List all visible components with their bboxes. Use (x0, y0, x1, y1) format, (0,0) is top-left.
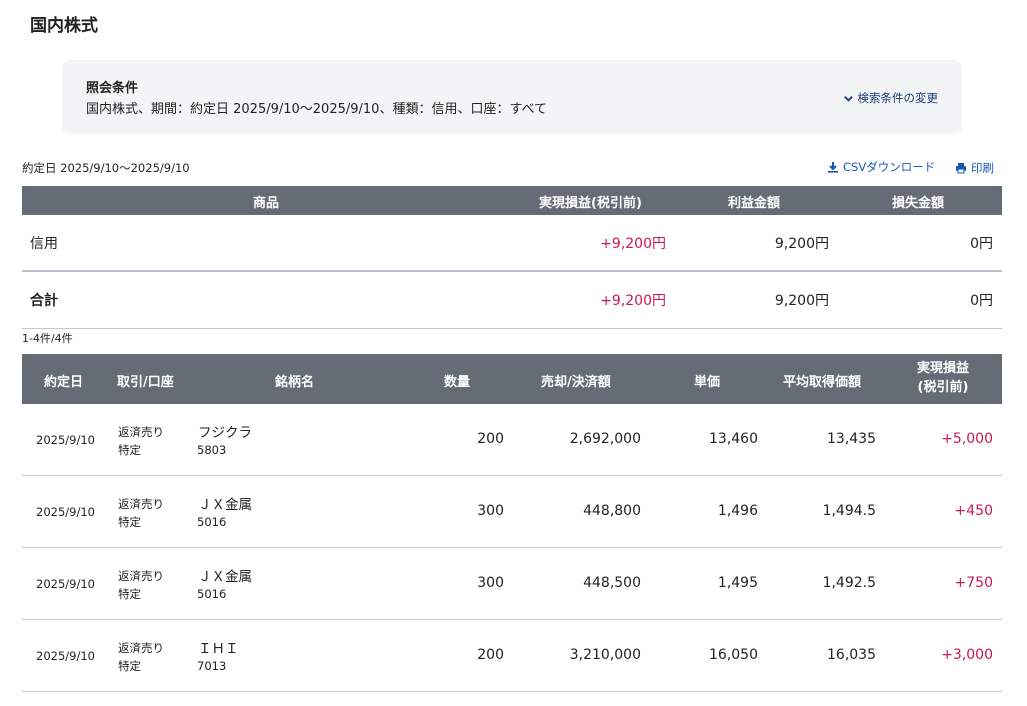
date-range-label: 約定日 2025/9/10〜2025/9/10 (22, 161, 190, 175)
conditions-title: 照会条件 (86, 81, 139, 96)
stock-name: フジクラ (198, 425, 252, 441)
header-realized-pl: 実現損益 (税引前) (908, 359, 978, 397)
summary-header: 商品 実現損益(税引前) 利益金額 損失金額 (22, 186, 1002, 215)
change-conditions-link[interactable]: 検索条件の変更 (843, 90, 939, 106)
account-type: 特定 (118, 659, 141, 673)
settlement-amount: 448,800 (583, 503, 641, 519)
summary-product: 信用 (30, 236, 58, 252)
header-profit-amount: 利益金額 (728, 196, 781, 211)
stock-name: ＩＨＩ (198, 641, 239, 657)
unit-price: 16,050 (709, 647, 758, 663)
header-quantity: 数量 (444, 375, 471, 390)
header-avg-cost: 平均取得価額 (783, 375, 862, 390)
realized-pl: +450 (954, 503, 993, 519)
unit-price: 1,495 (717, 575, 758, 591)
header-trade-date: 約定日 (44, 375, 84, 390)
csv-download-label: CSVダウンロード (843, 160, 936, 174)
stock-name: ＪＸ金属 (198, 569, 252, 585)
summary-realized-pl: +9,200円 (600, 236, 666, 252)
summary-total-loss: 0円 (970, 293, 993, 309)
account-type: 特定 (118, 515, 141, 529)
header-loss-amount: 損失金額 (892, 196, 945, 211)
trade-date: 2025/9/10 (36, 649, 95, 663)
summary-total-label: 合計 (30, 293, 58, 309)
header-trade-account: 取引/口座 (117, 375, 174, 390)
settlement-amount: 3,210,000 (569, 647, 641, 663)
unit-price: 1,496 (717, 503, 758, 519)
csv-download-link[interactable]: CSVダウンロード (827, 159, 935, 175)
print-link[interactable]: 印刷 (955, 160, 994, 176)
header-pl-line1: 実現損益 (916, 361, 969, 376)
trade-type: 返済売り (118, 569, 164, 583)
change-conditions-label: 検索条件の変更 (857, 91, 939, 105)
account-type: 特定 (118, 443, 141, 457)
header-realized-pl: 実現損益(税引前) (539, 196, 642, 211)
header-pl-line2: (税引前) (917, 380, 969, 395)
header-settlement-amount: 売却/決済額 (541, 375, 611, 390)
download-icon (828, 162, 838, 173)
trade-type: 返済売り (118, 497, 164, 511)
detail-header: 約定日 取引/口座 銘柄名 数量 売却/決済額 単価 平均取得価額 実現損益 (… (22, 354, 1002, 404)
settlement-amount: 2,692,000 (569, 431, 641, 447)
settlement-amount: 448,500 (583, 575, 641, 591)
quantity: 300 (477, 503, 504, 519)
header-stock-name: 銘柄名 (275, 375, 315, 390)
summary-total-profit: 9,200円 (774, 293, 829, 309)
trade-date: 2025/9/10 (36, 505, 95, 519)
avg-cost: 1,492.5 (822, 575, 876, 591)
summary-profit: 9,200円 (774, 236, 829, 252)
search-conditions-panel: 照会条件 国内株式、期間：約定日 2025/9/10〜2025/9/10、種類：… (62, 60, 962, 134)
printer-icon (956, 163, 966, 174)
unit-price: 13,460 (709, 431, 758, 447)
trade-type: 返済売り (118, 425, 164, 439)
trade-date: 2025/9/10 (36, 577, 95, 591)
avg-cost: 16,035 (827, 647, 876, 663)
conditions-text: 国内株式、期間：約定日 2025/9/10〜2025/9/10、種類：信用、口座… (86, 102, 548, 117)
detail-table: 約定日 取引/口座 銘柄名 数量 売却/決済額 単価 平均取得価額 実現損益 (… (22, 354, 1002, 692)
summary-loss: 0円 (970, 236, 993, 252)
trade-type: 返済売り (118, 641, 164, 655)
quantity: 300 (477, 575, 504, 591)
summary-row-margin: 信用 +9,200円 9,200円 0円 (22, 215, 1002, 272)
table-row: 2025/9/10 返済売り 特定 フジクラ 5803 200 2,692,00… (22, 404, 1002, 476)
realized-pl: +5,000 (941, 431, 993, 447)
avg-cost: 1,494.5 (822, 503, 876, 519)
trade-date: 2025/9/10 (36, 433, 95, 447)
avg-cost: 13,435 (827, 431, 876, 447)
header-product: 商品 (253, 196, 280, 211)
print-label: 印刷 (971, 161, 994, 175)
header-unit-price: 単価 (694, 375, 721, 390)
table-row: 2025/9/10 返済売り 特定 ＪＸ金属 5016 300 448,800 … (22, 476, 1002, 548)
stock-code: 7013 (197, 659, 227, 673)
table-row: 2025/9/10 返済売り 特定 ＪＸ金属 5016 300 448,500 … (22, 548, 1002, 620)
stock-code: 5016 (197, 515, 227, 529)
stock-name: ＪＸ金属 (198, 497, 252, 513)
result-count: 1-4件/4件 (22, 332, 73, 345)
table-row: 2025/9/10 返済売り 特定 ＩＨＩ 7013 200 3,210,000… (22, 620, 1002, 692)
stock-code: 5016 (197, 587, 227, 601)
summary-table: 商品 実現損益(税引前) 利益金額 損失金額 信用 +9,200円 9,200円… (22, 186, 1002, 329)
realized-pl: +3,000 (941, 647, 993, 663)
account-type: 特定 (118, 587, 141, 601)
quantity: 200 (477, 647, 504, 663)
summary-row-total: 合計 +9,200円 9,200円 0円 (22, 272, 1002, 329)
realized-pl: +750 (954, 575, 993, 591)
page-title: 国内株式 (30, 16, 98, 36)
stock-code: 5803 (197, 443, 227, 457)
chevron-down-icon (843, 95, 853, 102)
quantity: 200 (477, 431, 504, 447)
summary-total-pl: +9,200円 (600, 293, 666, 309)
